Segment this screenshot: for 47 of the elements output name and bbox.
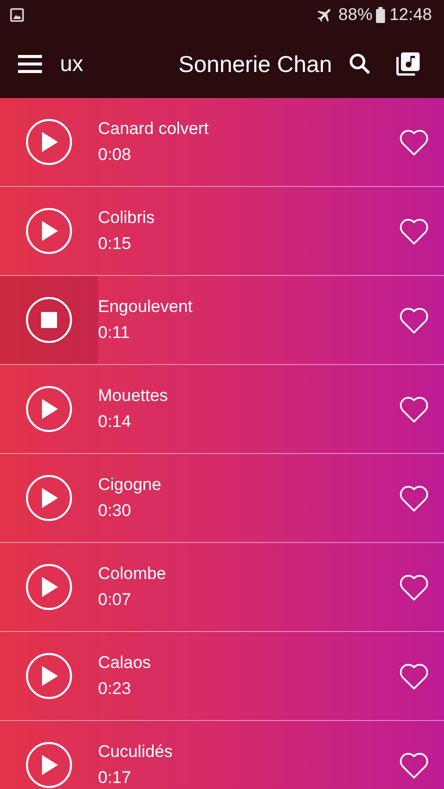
sound-name: Cuculidés [98,742,174,762]
sound-name: Mouettes [98,386,169,406]
heart-icon[interactable] [398,394,430,424]
sound-name: Cigogne [98,475,162,495]
sound-name: Colibris [98,208,156,228]
play-button[interactable] [26,564,72,610]
play-button[interactable] [26,208,72,254]
play-icon [40,666,58,686]
play-icon [40,132,58,152]
image-icon [10,8,24,22]
play-icon [40,488,58,508]
sound-duration: 0:14 [98,412,132,432]
play-icon [40,755,58,775]
heart-icon[interactable] [398,750,430,780]
play-button[interactable] [26,119,72,165]
heart-icon[interactable] [398,127,430,157]
play-icon [40,399,58,419]
play-button[interactable] [26,742,72,788]
battery-percent: 88% [338,5,372,25]
play-icon [40,221,58,241]
stop-button[interactable] [26,297,72,343]
heart-icon[interactable] [398,305,430,335]
sound-name: Colombe [98,564,168,584]
sound-duration: 0:23 [98,679,132,699]
play-button[interactable] [26,653,72,699]
heart-icon[interactable] [398,572,430,602]
toolbar-title-fragment: ux [60,51,84,77]
sound-name: Canard colvert [98,119,210,139]
battery-icon [376,7,386,23]
sound-name: Engoulevent [98,297,194,317]
sound-duration: 0:17 [98,768,132,788]
sound-duration: 0:07 [98,590,132,610]
toolbar-title: Sonnerie Chan [178,50,332,78]
heart-icon[interactable] [398,216,430,246]
play-button[interactable] [26,475,72,521]
sound-name: Calaos [98,653,152,673]
sound-duration: 0:08 [98,145,132,165]
sound-duration: 0:11 [98,323,131,343]
clock-time: 12:48 [389,5,432,25]
heart-icon[interactable] [398,483,430,513]
sound-duration: 0:15 [98,234,132,254]
heart-icon[interactable] [398,661,430,691]
menu-icon[interactable] [18,55,42,73]
play-button[interactable] [26,386,72,432]
stop-icon [41,312,57,328]
play-icon [40,577,58,597]
sound-duration: 0:30 [98,501,132,521]
